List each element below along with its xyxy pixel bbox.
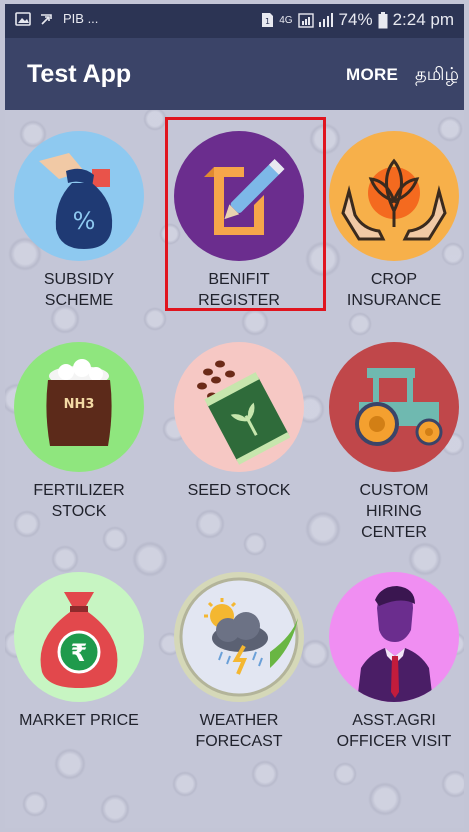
tile-label-line2: FORECAST <box>195 733 283 750</box>
tile-label-line2: SCHEME <box>44 292 114 309</box>
tile-label-line1: SEED STOCK <box>187 482 291 499</box>
tile-label: SUBSIDY SCHEME <box>5 269 154 311</box>
tile-label: CUSTOM HIRING CENTER <box>319 480 464 543</box>
rupee-bag-icon: ₹ <box>14 572 144 702</box>
tile-label: FERTILIZER STOCK <box>5 480 154 522</box>
battery-percent: 74% <box>338 10 373 29</box>
app-screen: PIB ... 1 4G 74% 2:24 pm Test App MORE த… <box>5 4 464 828</box>
tile-label-line3: CENTER <box>361 524 427 541</box>
notification-text: PIB ... <box>63 11 99 26</box>
tile-label-line1: FERTILIZER <box>33 482 125 499</box>
weather-storm-icon <box>174 572 304 702</box>
tile-label: CROP INSURANCE <box>319 269 464 311</box>
app-bar: Test App MORE தமிழ் <box>5 38 464 110</box>
svg-text:1: 1 <box>265 17 270 26</box>
status-bar: PIB ... 1 4G 74% 2:24 pm <box>5 4 464 38</box>
tile-label-line1: MARKET PRICE <box>19 712 139 729</box>
sim-icon: 1 <box>262 13 274 27</box>
tile-label-line1: ASST.AGRI <box>352 712 436 729</box>
app-title: Test App <box>27 60 132 88</box>
tile-label-line1: CROP <box>370 271 418 288</box>
money-bag-percent-icon: % <box>14 131 144 261</box>
tile-label-line1: WEATHER <box>199 712 279 729</box>
tile-label-line1: CUSTOM <box>359 482 429 499</box>
language-button[interactable]: தமிழ் <box>415 64 459 87</box>
hands-plant-icon <box>329 131 459 261</box>
battery-icon <box>378 11 388 28</box>
tractor-icon <box>329 342 459 472</box>
clock: 2:24 pm <box>392 10 454 29</box>
fertilizer-bag-icon: NH3 <box>14 342 144 472</box>
tile-label-line2: HIRING <box>366 503 422 520</box>
svg-text:NH3: NH3 <box>64 397 95 412</box>
tile-label: WEATHER FORECAST <box>164 710 314 752</box>
gallery-icon <box>15 11 31 26</box>
svg-text:₹: ₹ <box>71 639 88 667</box>
selection-highlight <box>165 117 326 311</box>
tile-label: SEED STOCK <box>164 480 314 501</box>
tile-label-line2: INSURANCE <box>346 292 442 309</box>
tile-label: ASST.AGRI OFFICER VISIT <box>319 710 464 752</box>
tile-label: MARKET PRICE <box>5 710 154 731</box>
officer-avatar-icon <box>329 572 459 702</box>
signal-icon <box>297 13 333 28</box>
svg-text:%: % <box>73 207 96 235</box>
network-type: 4G <box>279 14 293 26</box>
more-button[interactable]: MORE <box>346 65 398 85</box>
tile-label-line2: OFFICER VISIT <box>336 733 452 750</box>
tile-label-line2: STOCK <box>51 503 107 520</box>
cast-icon <box>41 13 52 25</box>
seed-packet-icon <box>174 342 304 472</box>
tile-label-line1: SUBSIDY <box>43 271 115 288</box>
